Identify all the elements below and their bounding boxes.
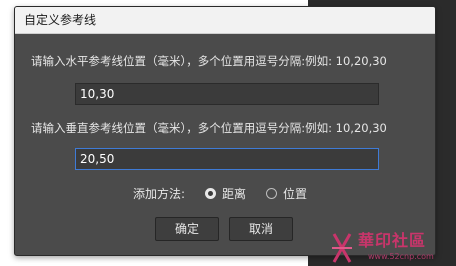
- watermark-url: www.52cnp.com: [368, 252, 434, 261]
- radio-position[interactable]: 位置: [266, 185, 307, 202]
- dialog-titlebar[interactable]: 自定义参考线: [15, 7, 435, 34]
- radio-selected-icon: [205, 188, 216, 199]
- cancel-button[interactable]: 取消: [229, 217, 293, 241]
- radio-position-label: 位置: [283, 187, 308, 201]
- horizontal-guides-input[interactable]: [75, 83, 379, 105]
- radio-unselected-icon: [266, 188, 277, 199]
- vertical-guides-input[interactable]: [75, 148, 379, 170]
- radio-distance-label: 距离: [222, 187, 247, 201]
- horizontal-guides-label: 请输入水平参考线位置（毫米），多个位置用逗号分隔:例如: 10,20,30: [31, 54, 387, 68]
- vertical-guides-label: 请输入垂直参考线位置（毫米），多个位置用逗号分隔:例如: 10,20,30: [31, 121, 387, 135]
- custom-guides-dialog: 自定义参考线 请输入水平参考线位置（毫米），多个位置用逗号分隔:例如: 10,2…: [14, 6, 436, 256]
- watermark-text: 華印社區: [358, 231, 427, 250]
- radio-distance[interactable]: 距离: [205, 185, 246, 202]
- dialog-title: 自定义参考线: [24, 13, 97, 27]
- ok-button[interactable]: 确定: [155, 217, 219, 241]
- add-method-label: 添加方法:: [133, 187, 186, 201]
